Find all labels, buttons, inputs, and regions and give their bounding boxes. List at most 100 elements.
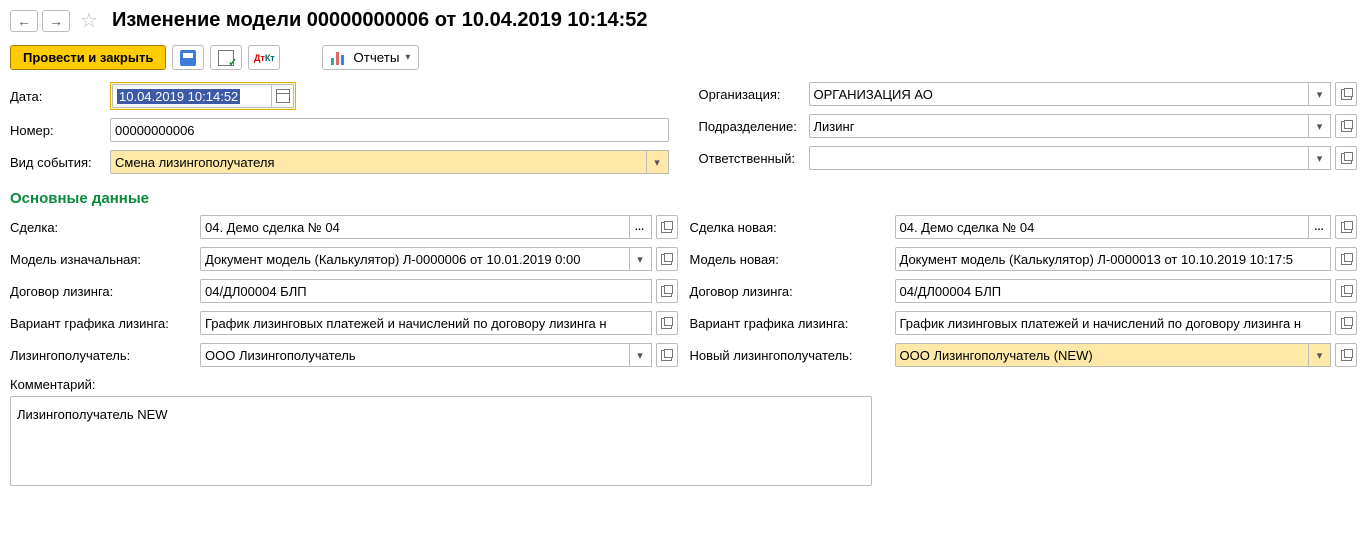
- lessee-new-input[interactable]: ООО Лизингополучатель (NEW): [895, 343, 1310, 367]
- open-icon: [1341, 318, 1352, 329]
- schedule-open-button[interactable]: [656, 311, 678, 335]
- lessee-new-label: Новый лизингополучатель:: [690, 348, 895, 363]
- open-icon: [661, 318, 672, 329]
- resp-label: Ответственный:: [699, 151, 809, 166]
- open-icon: [1341, 222, 1352, 233]
- deal-pick-button[interactable]: …: [630, 215, 652, 239]
- chevron-down-icon: ▾: [1317, 88, 1323, 101]
- save-button[interactable]: [172, 45, 204, 70]
- lessee-open-button[interactable]: [656, 343, 678, 367]
- calendar-icon: [276, 89, 290, 103]
- reports-label: Отчеты: [353, 50, 399, 65]
- schedule-new-label: Вариант графика лизинга:: [690, 316, 895, 331]
- model-input[interactable]: Документ модель (Калькулятор) Л-0000006 …: [200, 247, 630, 271]
- chevron-down-icon: ▾: [654, 156, 660, 169]
- section-title: Основные данные: [10, 190, 1357, 207]
- dept-dropdown-button[interactable]: ▾: [1309, 114, 1331, 138]
- open-icon: [661, 222, 672, 233]
- dots-icon: …: [635, 222, 646, 233]
- debit-credit-icon: ДтКт: [256, 50, 272, 66]
- number-input[interactable]: 00000000006: [110, 118, 669, 142]
- event-label: Вид события:: [10, 155, 110, 170]
- model-new-label: Модель новая:: [690, 252, 895, 267]
- org-input[interactable]: ОРГАНИЗАЦИЯ АО: [809, 82, 1310, 106]
- contract-new-input[interactable]: 04/ДЛ00004 БЛП: [895, 279, 1332, 303]
- toolbar: Провести и закрыть ДтКт Отчеты ▾: [10, 45, 1357, 70]
- event-input[interactable]: Смена лизингополучателя: [110, 150, 647, 174]
- org-label: Организация:: [699, 87, 809, 102]
- open-icon: [1341, 350, 1352, 361]
- open-icon: [1341, 121, 1352, 132]
- lessee-new-open-button[interactable]: [1335, 343, 1357, 367]
- chevron-down-icon: ▾: [637, 349, 643, 362]
- chevron-down-icon: ▾: [1317, 120, 1323, 133]
- nav-back-button[interactable]: ←: [10, 10, 38, 32]
- resp-input[interactable]: [809, 146, 1310, 170]
- number-label: Номер:: [10, 123, 110, 138]
- open-icon: [1341, 254, 1352, 265]
- open-icon: [661, 254, 672, 265]
- model-new-open-button[interactable]: [1335, 247, 1357, 271]
- dtkt-button[interactable]: ДтКт: [248, 45, 280, 70]
- dept-open-button[interactable]: [1335, 114, 1357, 138]
- nav-forward-button[interactable]: →: [42, 10, 70, 32]
- chevron-down-icon: ▾: [405, 52, 410, 63]
- deal-label: Сделка:: [10, 220, 200, 235]
- deal-input[interactable]: 04. Демо сделка № 04: [200, 215, 630, 239]
- arrow-right-icon: →: [49, 13, 63, 29]
- save-icon: [180, 50, 196, 66]
- deal-new-label: Сделка новая:: [690, 220, 895, 235]
- open-icon: [661, 350, 672, 361]
- chevron-down-icon: ▾: [1317, 349, 1323, 362]
- star-icon: ☆: [80, 10, 98, 32]
- open-icon: [1341, 153, 1352, 164]
- chevron-down-icon: ▾: [1317, 152, 1323, 165]
- schedule-new-input[interactable]: График лизинговых платежей и начислений …: [895, 311, 1332, 335]
- schedule-label: Вариант графика лизинга:: [10, 316, 200, 331]
- document-check-icon: [218, 50, 234, 66]
- deal-new-open-button[interactable]: [1335, 215, 1357, 239]
- post-and-close-button[interactable]: Провести и закрыть: [10, 45, 166, 70]
- arrow-left-icon: ←: [17, 13, 31, 29]
- open-icon: [1341, 286, 1352, 297]
- lessee-new-dropdown-button[interactable]: ▾: [1309, 343, 1331, 367]
- schedule-new-open-button[interactable]: [1335, 311, 1357, 335]
- deal-new-pick-button[interactable]: …: [1309, 215, 1331, 239]
- lessee-label: Лизингополучатель:: [10, 348, 200, 363]
- favorite-star-button[interactable]: ☆: [76, 8, 102, 33]
- open-icon: [661, 286, 672, 297]
- post-button[interactable]: [210, 45, 242, 70]
- model-new-input[interactable]: Документ модель (Калькулятор) Л-0000013 …: [895, 247, 1332, 271]
- comment-textarea[interactable]: Лизингополучатель NEW: [10, 396, 872, 486]
- comment-label: Комментарий:: [10, 377, 1357, 392]
- lessee-dropdown-button[interactable]: ▾: [630, 343, 652, 367]
- calendar-button[interactable]: [272, 84, 294, 108]
- event-dropdown-button[interactable]: ▾: [647, 150, 669, 174]
- lessee-input[interactable]: ООО Лизингополучатель: [200, 343, 630, 367]
- dept-input[interactable]: Лизинг: [809, 114, 1310, 138]
- contract-label: Договор лизинга:: [10, 284, 200, 299]
- date-label: Дата:: [10, 89, 110, 104]
- contract-input[interactable]: 04/ДЛ00004 БЛП: [200, 279, 652, 303]
- deal-new-input[interactable]: 04. Демо сделка № 04: [895, 215, 1310, 239]
- page-title: Изменение модели 00000000006 от 10.04.20…: [112, 9, 648, 32]
- reports-button[interactable]: Отчеты ▾: [322, 45, 419, 70]
- resp-dropdown-button[interactable]: ▾: [1309, 146, 1331, 170]
- org-open-button[interactable]: [1335, 82, 1357, 106]
- date-input[interactable]: 10.04.2019 10:14:52: [112, 84, 272, 108]
- model-label: Модель изначальная:: [10, 252, 200, 267]
- contract-new-label: Договор лизинга:: [690, 284, 895, 299]
- resp-open-button[interactable]: [1335, 146, 1357, 170]
- model-dropdown-button[interactable]: ▾: [630, 247, 652, 271]
- schedule-input[interactable]: График лизинговых платежей и начислений …: [200, 311, 652, 335]
- deal-open-button[interactable]: [656, 215, 678, 239]
- dept-label: Подразделение:: [699, 119, 809, 134]
- org-dropdown-button[interactable]: ▾: [1309, 82, 1331, 106]
- open-icon: [1341, 89, 1352, 100]
- model-open-button[interactable]: [656, 247, 678, 271]
- dots-icon: …: [1314, 222, 1325, 233]
- chart-icon: [331, 51, 347, 65]
- contract-open-button[interactable]: [656, 279, 678, 303]
- chevron-down-icon: ▾: [637, 253, 643, 266]
- contract-new-open-button[interactable]: [1335, 279, 1357, 303]
